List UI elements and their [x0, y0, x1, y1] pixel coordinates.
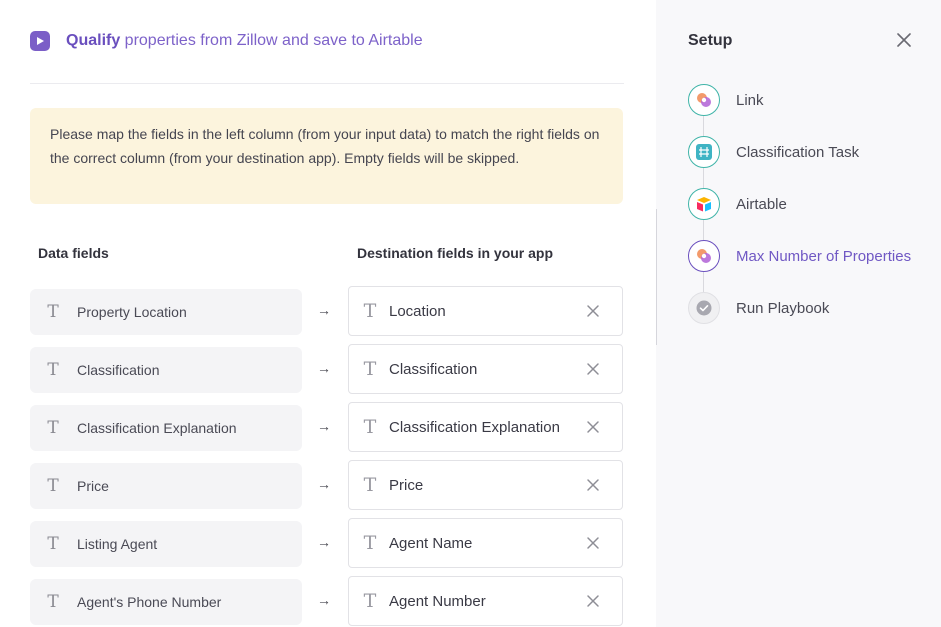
airtable-icon [688, 188, 720, 220]
mapping-row: T Price → T Price [30, 460, 623, 518]
source-field-label: Agent's Phone Number [77, 594, 222, 610]
text-type-icon: T [363, 415, 377, 438]
destination-field-select[interactable]: T Agent Name [348, 518, 623, 568]
data-fields-heading: Data fields [38, 245, 109, 261]
destination-field-select[interactable]: T Classification Explanation [348, 402, 623, 452]
scrollbar-track[interactable] [656, 209, 657, 345]
clear-icon[interactable] [586, 536, 600, 550]
step-link[interactable]: Link [688, 84, 911, 136]
clear-icon[interactable] [586, 594, 600, 608]
mapping-notice: Please map the fields in the left column… [30, 108, 623, 204]
text-type-icon: T [363, 531, 377, 554]
step-airtable[interactable]: Airtable [688, 188, 911, 240]
arrow-right-icon: → [317, 592, 331, 608]
destination-field-label: Agent Name [389, 534, 473, 552]
destination-field-select[interactable]: T Agent Number [348, 576, 623, 626]
step-max-number-of-properties[interactable]: Max Number of Properties [688, 240, 911, 292]
source-field-label: Price [77, 478, 109, 494]
mapping-row: T Property Location → T Location [30, 286, 623, 344]
main-panel: Qualify properties from Zillow and save … [0, 0, 656, 627]
arrow-right-icon: → [317, 302, 331, 318]
arrow-right-icon: → [317, 360, 331, 376]
step-label: Max Number of Properties [736, 248, 912, 265]
arrow-right-icon: → [317, 476, 331, 492]
text-type-icon: T [363, 357, 377, 380]
link-app-icon [688, 84, 720, 116]
text-type-icon: T [47, 301, 59, 322]
source-field: T Classification Explanation [30, 405, 302, 451]
text-type-icon: T [47, 475, 59, 496]
clear-icon[interactable] [586, 362, 600, 376]
title-bold: Qualify [66, 32, 121, 49]
destination-field-select[interactable]: T Location [348, 286, 623, 336]
setup-sidebar: Setup Link Classification Task Airtable … [656, 0, 941, 627]
clear-icon[interactable] [586, 420, 600, 434]
source-field-label: Property Location [77, 304, 187, 320]
arrow-right-icon: → [317, 534, 331, 550]
arrow-right-icon: → [317, 418, 331, 434]
page-header: Qualify properties from Zillow and save … [30, 26, 624, 84]
text-type-icon: T [47, 359, 59, 380]
source-field: T Property Location [30, 289, 302, 335]
classification-task-icon [688, 136, 720, 168]
clear-icon[interactable] [586, 304, 600, 318]
source-field: T Agent's Phone Number [30, 579, 302, 625]
text-type-icon: T [363, 589, 377, 612]
check-icon [688, 292, 720, 324]
step-run-playbook[interactable]: Run Playbook [688, 292, 911, 344]
mapping-row: T Classification Explanation → T Classif… [30, 402, 623, 460]
mapping-row: T Agent's Phone Number → T Agent Number [30, 576, 623, 627]
destination-field-label: Classification [389, 360, 478, 378]
source-field: T Price [30, 463, 302, 509]
destination-fields-heading: Destination fields in your app [357, 245, 554, 261]
destination-field-select[interactable]: T Price [348, 460, 623, 510]
destination-field-label: Price [389, 476, 424, 494]
destination-field-label: Agent Number [389, 592, 486, 610]
setup-steps: Link Classification Task Airtable Max Nu… [688, 84, 911, 344]
step-label: Link [736, 92, 764, 109]
step-connector [703, 168, 704, 188]
text-type-icon: T [47, 417, 59, 438]
source-field-label: Classification [77, 362, 160, 378]
step-label: Classification Task [736, 144, 860, 161]
step-label: Run Playbook [736, 300, 830, 317]
text-type-icon: T [363, 299, 377, 322]
text-type-icon: T [47, 591, 59, 612]
close-icon[interactable] [897, 33, 911, 47]
source-field-label: Listing Agent [77, 536, 158, 552]
destination-field-label: Classification Explanation [389, 418, 560, 436]
step-connector [703, 272, 704, 292]
step-classification-task[interactable]: Classification Task [688, 136, 911, 188]
step-connector [703, 116, 704, 136]
destination-field-label: Location [389, 302, 446, 320]
mapping-row: T Classification → T Classification [30, 344, 623, 402]
max-properties-icon [688, 240, 720, 272]
text-type-icon: T [363, 473, 377, 496]
destination-field-select[interactable]: T Classification [348, 344, 623, 394]
field-mapping-list: T Property Location → T Location T Class… [30, 286, 623, 627]
text-type-icon: T [47, 533, 59, 554]
setup-title: Setup [688, 32, 733, 49]
clear-icon[interactable] [586, 478, 600, 492]
play-icon [30, 31, 50, 51]
source-field: T Classification [30, 347, 302, 393]
source-field: T Listing Agent [30, 521, 302, 567]
step-label: Airtable [736, 196, 787, 213]
page-title: Qualify properties from Zillow and save … [66, 32, 423, 50]
mapping-row: T Listing Agent → T Agent Name [30, 518, 623, 576]
source-field-label: Classification Explanation [77, 420, 237, 436]
step-connector [703, 220, 704, 240]
title-rest: properties from Zillow and save to Airta… [120, 32, 423, 49]
